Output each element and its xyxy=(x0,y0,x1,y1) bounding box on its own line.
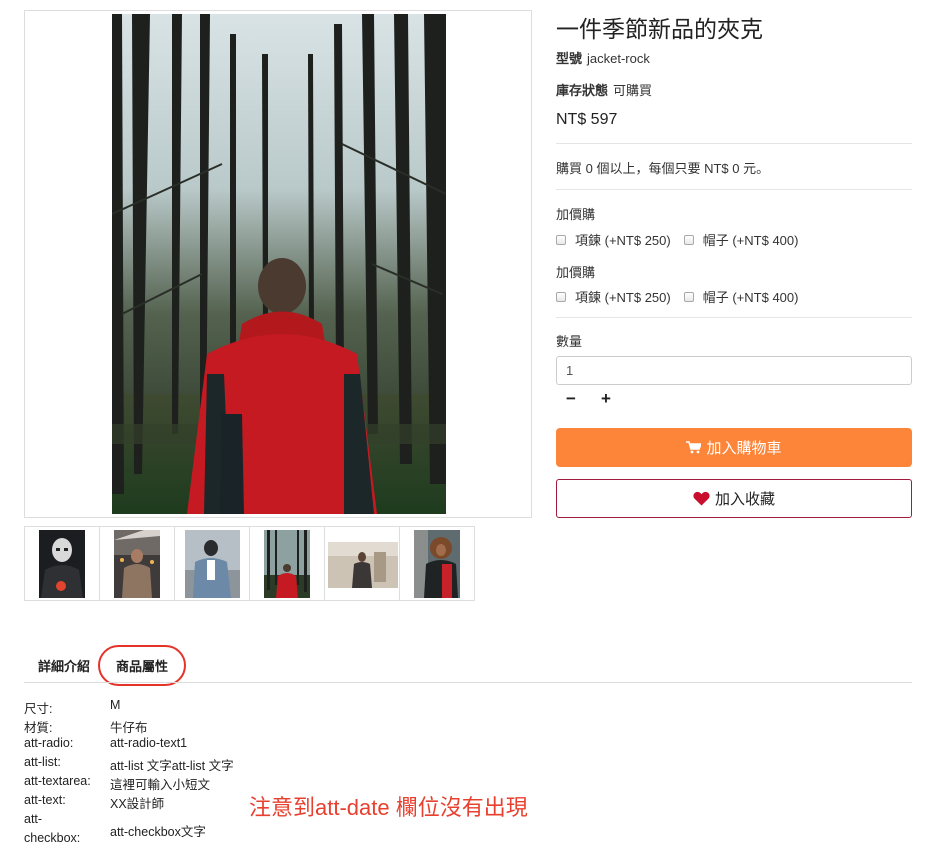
attribute-key: 材質: xyxy=(24,721,53,735)
attribute-value: att-radio-text1 xyxy=(110,736,188,750)
attribute-key: att- xyxy=(24,812,43,826)
divider xyxy=(556,143,912,144)
thumb-woman-curly[interactable] xyxy=(399,526,475,601)
addon-checkbox[interactable] xyxy=(683,291,694,302)
addon-option-hat[interactable]: 帽子 (+NT$ 400) xyxy=(683,230,799,249)
addon-group-title: 加價購 xyxy=(556,207,596,222)
quantity-decrease-button[interactable]: − xyxy=(562,390,580,408)
divider xyxy=(556,317,912,318)
quantity-increase-button[interactable]: + xyxy=(597,390,615,408)
attribute-value: 牛仔布 xyxy=(110,721,148,735)
main-product-photo[interactable] xyxy=(112,14,446,514)
addon-option-label: 項鍊 (+NT$ 250) xyxy=(575,233,671,248)
annotation-circle xyxy=(98,645,186,686)
model-row: 型號 jacket-rock xyxy=(556,48,650,67)
model-value: jacket-rock xyxy=(587,51,650,66)
addon-options-row: 項鍊 (+NT$ 250) 帽子 (+NT$ 400) xyxy=(556,230,811,249)
addon-option-hat[interactable]: 帽子 (+NT$ 400) xyxy=(683,287,799,306)
thumb-masked-person[interactable] xyxy=(24,526,100,601)
addon-option-label: 帽子 (+NT$ 400) xyxy=(702,290,799,305)
thumb-woman-coat[interactable] xyxy=(99,526,175,601)
forest-man-red-jacket-image xyxy=(112,14,446,514)
product-price: NT$ 597 xyxy=(556,111,618,128)
addon-option-label: 項鍊 (+NT$ 250) xyxy=(575,290,671,305)
attribute-value: XX設計師 xyxy=(110,797,165,811)
quantity-input[interactable] xyxy=(556,356,912,385)
thumb-man-wall[interactable] xyxy=(324,526,400,601)
add-to-cart-label: 加入購物車 xyxy=(706,440,782,457)
addon-checkbox[interactable] xyxy=(683,234,694,245)
addon-option-label: 帽子 (+NT$ 400) xyxy=(702,233,799,248)
divider xyxy=(556,189,912,190)
add-to-wishlist-label: 加入收藏 xyxy=(714,491,775,508)
model-label: 型號 xyxy=(556,51,583,66)
thumb-man-denim[interactable] xyxy=(174,526,250,601)
stock-label: 庫存狀態 xyxy=(556,83,609,98)
bulk-price-note: 購買 0 個以上，每個只要 NT$ 0 元。 xyxy=(556,161,770,176)
stock-value: 可購買 xyxy=(613,83,653,98)
addon-checkbox[interactable] xyxy=(556,291,566,302)
attribute-value: M xyxy=(110,698,121,712)
tabs-divider xyxy=(24,682,912,683)
addon-options-row: 項鍊 (+NT$ 250) 帽子 (+NT$ 400) xyxy=(556,287,811,306)
attribute-key: att-radio: xyxy=(24,736,74,750)
addon-group-title: 加價購 xyxy=(556,265,596,280)
add-to-wishlist-button[interactable]: 加入收藏 xyxy=(556,479,912,518)
annotation-note: 注意到att-date 欄位沒有出現 xyxy=(249,795,528,820)
addon-option-necklace[interactable]: 項鍊 (+NT$ 250) xyxy=(556,287,671,306)
attribute-key: att-textarea: xyxy=(24,774,91,788)
attribute-key: 尺寸: xyxy=(24,702,53,716)
main-product-image-frame xyxy=(24,10,532,518)
attribute-value: att-list 文字att-list 文字 xyxy=(110,759,234,773)
add-to-cart-button[interactable]: 加入購物車 xyxy=(556,428,912,467)
stock-row: 庫存狀態 可購買 xyxy=(556,80,652,99)
attribute-value: 這裡可輸入小短文 xyxy=(110,778,211,792)
thumbnail-strip xyxy=(24,526,475,601)
addon-checkbox[interactable] xyxy=(556,234,566,245)
heart-icon xyxy=(693,491,710,506)
shopping-cart-icon xyxy=(686,441,702,454)
addon-option-necklace[interactable]: 項鍊 (+NT$ 250) xyxy=(556,230,671,249)
attribute-key: att-text: xyxy=(24,793,66,807)
quantity-label: 數量 xyxy=(556,334,583,349)
attribute-key: att-list: xyxy=(24,755,61,769)
tab-details[interactable]: 詳細介紹 xyxy=(38,656,90,675)
thumb-forest-jacket[interactable] xyxy=(249,526,325,601)
attribute-key: checkbox: xyxy=(24,831,81,845)
product-title: 一件季節新品的夾克 xyxy=(556,17,763,43)
attribute-value: att-checkbox文字 xyxy=(110,825,206,839)
